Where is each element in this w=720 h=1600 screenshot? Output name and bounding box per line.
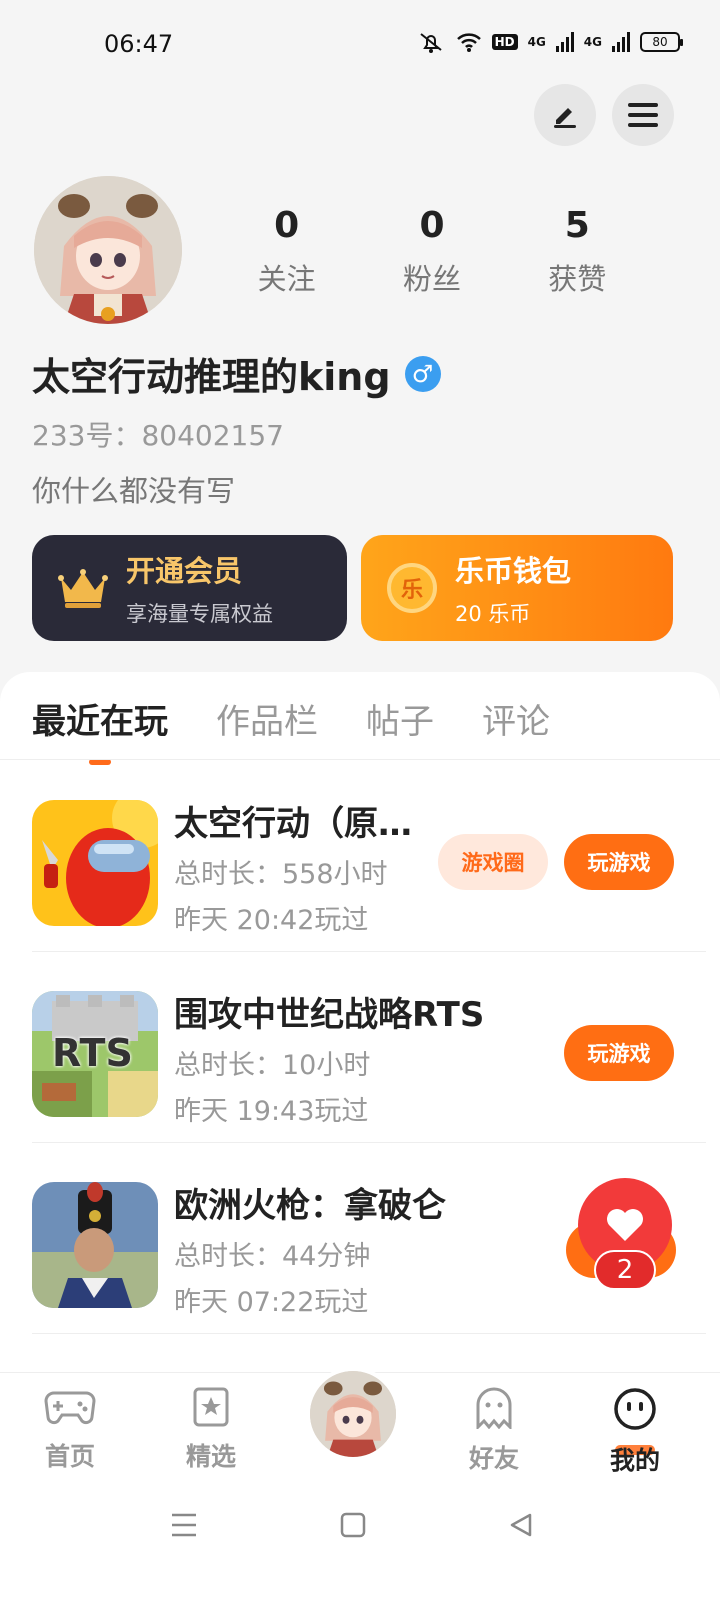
game-list-item[interactable]: 太空行动（原… 总时长：558小时 昨天 20:42玩过 游戏圈 玩游戏 bbox=[32, 762, 706, 952]
like-count: 2 bbox=[594, 1250, 656, 1290]
center-avatar-button[interactable] bbox=[306, 1367, 400, 1461]
male-icon: ♂ bbox=[404, 355, 441, 392]
likes-label: 获赞 bbox=[548, 262, 607, 296]
smiley-icon bbox=[614, 1388, 656, 1430]
game-duration: 总时长：10小时 bbox=[174, 1050, 371, 1081]
nav-label: 好友 bbox=[468, 1444, 519, 1473]
game-title: 太空行动（原… bbox=[174, 804, 412, 844]
nav-friends[interactable]: 好友 bbox=[444, 1387, 544, 1475]
tab-posts[interactable]: 帖子 bbox=[366, 694, 434, 743]
game-icon-siege-rts[interactable]: RTS bbox=[32, 991, 158, 1117]
following-count: 0 bbox=[274, 205, 300, 246]
game-circle-button[interactable]: 游戏圈 bbox=[438, 834, 548, 890]
vip-title: 开通会员 bbox=[126, 554, 243, 588]
recent-apps-icon[interactable] bbox=[170, 1512, 198, 1538]
nav-label: 首页 bbox=[44, 1442, 95, 1471]
nav-me[interactable]: 我的 bbox=[585, 1387, 685, 1477]
nav-label: 精选 bbox=[185, 1442, 236, 1471]
menu-button[interactable] bbox=[612, 84, 674, 146]
followers-count: 0 bbox=[419, 205, 445, 246]
followers-label: 粉丝 bbox=[402, 262, 461, 296]
wallet-title: 乐币钱包 bbox=[455, 554, 572, 588]
name-row: 太空行动推理的king ♂ bbox=[32, 346, 441, 401]
game-title: 欧洲火枪：拿破仑 bbox=[174, 1186, 446, 1226]
nav-featured[interactable]: 精选 bbox=[161, 1387, 261, 1473]
divider bbox=[0, 759, 720, 760]
tab-recent[interactable]: 最近在玩 bbox=[32, 694, 168, 765]
game-icon-space-action[interactable] bbox=[32, 800, 158, 926]
game-last-played: 昨天 07:22玩过 bbox=[174, 1287, 369, 1318]
signal-bars-icon bbox=[555, 30, 574, 54]
vip-card[interactable]: 开通会员 享海量专属权益 bbox=[32, 535, 347, 641]
status-bar: 06:47 HD 4G 4G 80 bbox=[0, 0, 720, 90]
tab-comments[interactable]: 评论 bbox=[482, 694, 550, 743]
stat-followers[interactable]: 0 粉丝 bbox=[372, 204, 492, 298]
game-last-played: 昨天 20:42玩过 bbox=[174, 905, 369, 936]
profile-stats: 0 关注 0 粉丝 5 获赞 bbox=[214, 204, 650, 298]
hd-badge: HD bbox=[491, 34, 518, 50]
system-nav-bar bbox=[0, 1490, 720, 1600]
coin-icon-wrap: 乐 bbox=[385, 561, 439, 615]
user-bio: 你什么都没有写 bbox=[32, 474, 236, 508]
hamburger-icon bbox=[628, 103, 658, 127]
stat-likes[interactable]: 5 获赞 bbox=[517, 204, 637, 298]
star-bookmark-icon bbox=[193, 1387, 229, 1427]
rts-label: RTS bbox=[52, 1031, 133, 1075]
coin-icon: 乐 bbox=[387, 563, 437, 613]
bottom-nav: 首页 精选 好友 我的 bbox=[0, 1367, 720, 1490]
vip-subtitle: 享海量专属权益 bbox=[126, 602, 273, 626]
pencil-icon bbox=[554, 108, 576, 128]
battery-icon: 80 bbox=[640, 32, 683, 52]
tab-works[interactable]: 作品栏 bbox=[216, 694, 318, 743]
home-square-icon[interactable] bbox=[340, 1512, 366, 1538]
game-last-played: 昨天 19:43玩过 bbox=[174, 1096, 369, 1127]
game-title: 围攻中世纪战略RTS bbox=[174, 995, 485, 1035]
game-duration: 总时长：44分钟 bbox=[174, 1241, 371, 1272]
play-game-button[interactable]: 玩游戏 bbox=[564, 1025, 674, 1081]
following-label: 关注 bbox=[257, 262, 316, 296]
wallet-card[interactable]: 乐 乐币钱包 20 乐币 bbox=[361, 535, 673, 641]
status-time: 06:47 bbox=[104, 30, 174, 58]
like-badge[interactable]: 2 bbox=[566, 1178, 676, 1290]
signal-4g-2: 4G bbox=[583, 35, 602, 49]
mute-bell-icon bbox=[416, 30, 446, 54]
game-list-item[interactable]: RTS 围攻中世纪战略RTS 总时长：10小时 昨天 19:43玩过 玩游戏 bbox=[32, 953, 706, 1143]
signal-4g-1: 4G bbox=[527, 35, 546, 49]
user-name: 太空行动推理的king bbox=[32, 355, 391, 399]
nav-label: 我的 bbox=[609, 1446, 660, 1475]
nav-home[interactable]: 首页 bbox=[20, 1387, 120, 1473]
status-icons: HD 4G 4G 80 bbox=[416, 30, 683, 54]
tab-bar: 最近在玩 作品栏 帖子 评论 bbox=[32, 694, 550, 765]
signal-bars-icon bbox=[612, 30, 630, 54]
game-duration: 总时长：558小时 bbox=[174, 859, 388, 890]
edit-profile-button[interactable] bbox=[534, 84, 596, 146]
ghost-icon bbox=[476, 1387, 512, 1431]
likes-count: 5 bbox=[564, 205, 590, 246]
gamepad-icon bbox=[44, 1391, 96, 1425]
back-triangle-icon[interactable] bbox=[508, 1512, 534, 1538]
avatar[interactable] bbox=[34, 176, 182, 324]
wallet-balance: 20 乐币 bbox=[455, 602, 531, 626]
wifi-icon bbox=[456, 30, 482, 54]
user-id[interactable]: 233号：80402157 bbox=[32, 414, 284, 454]
stat-following[interactable]: 0 关注 bbox=[227, 204, 347, 298]
top-actions bbox=[534, 84, 674, 146]
game-icon-napoleon[interactable] bbox=[32, 1182, 158, 1308]
crown-icon bbox=[56, 561, 110, 615]
play-game-button[interactable]: 玩游戏 bbox=[564, 834, 674, 890]
